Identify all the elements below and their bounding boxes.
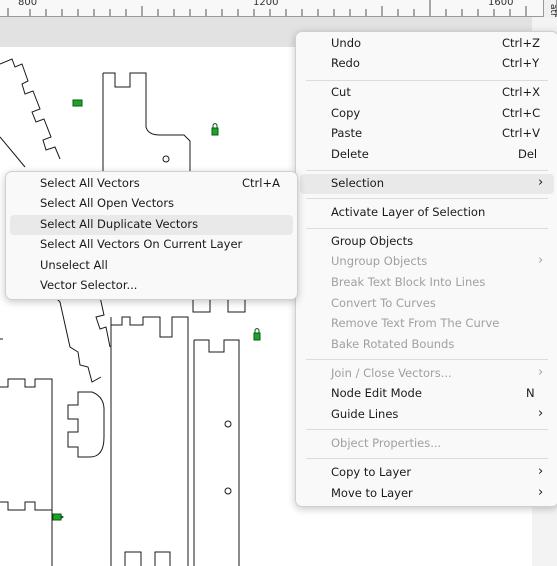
menu-item-label: Guide Lines xyxy=(331,407,399,421)
menu-item-undo[interactable]: Undo Ctrl+Z xyxy=(300,34,554,54)
menu-item-label: Bake Rotated Bounds xyxy=(331,337,455,351)
chevron-right-icon: › xyxy=(538,253,544,268)
vector-shape xyxy=(54,296,102,383)
lock-icon xyxy=(253,328,261,341)
menu-item-label: Break Text Block Into Lines xyxy=(331,275,486,289)
menu-item-label: Move to Layer xyxy=(331,486,413,500)
chevron-right-icon: › xyxy=(538,175,544,190)
menu-item-convert-to-curves[interactable]: Convert To Curves xyxy=(300,294,554,314)
menu-item-shortcut: Ctrl+Z xyxy=(502,36,540,50)
menu-item-guide-lines[interactable]: Guide Lines › xyxy=(300,405,554,425)
vector-shape xyxy=(111,316,189,566)
menu-item-shortcut: Del xyxy=(518,147,538,161)
vector-shape xyxy=(0,136,26,168)
vector-shape xyxy=(103,72,191,172)
menu-item-label: Select All Vectors xyxy=(40,176,140,190)
menu-item-delete[interactable]: Delete Del xyxy=(300,145,554,165)
menu-item-label: Paste xyxy=(331,126,363,140)
menu-item-selection[interactable]: Selection › xyxy=(300,174,554,194)
vector-shape xyxy=(224,420,232,428)
submenu-item-vector-selector[interactable]: Vector Selector... xyxy=(10,276,293,296)
lock-icon xyxy=(211,123,219,136)
menu-item-join-close-vectors[interactable]: Join / Close Vectors... › xyxy=(300,364,554,384)
menu-separator xyxy=(306,458,548,459)
selection-submenu: Select All Vectors Ctrl+A Select All Open… xyxy=(5,171,298,300)
menu-separator xyxy=(306,359,548,360)
menu-item-label: Object Properties... xyxy=(331,436,442,450)
menu-separator xyxy=(306,80,548,81)
submenu-item-select-all-duplicate-vectors[interactable]: Select All Duplicate Vectors xyxy=(10,215,293,235)
submenu-item-select-all-vectors[interactable]: Select All Vectors Ctrl+A xyxy=(10,174,293,194)
menu-item-shortcut: N xyxy=(526,386,535,400)
menu-item-label: Selection xyxy=(331,176,384,190)
vector-shape xyxy=(124,551,142,566)
menu-separator xyxy=(306,429,548,430)
vector-shape xyxy=(194,339,240,566)
menu-item-label: Copy to Layer xyxy=(331,465,412,479)
menu-item-label: Ungroup Objects xyxy=(331,254,428,268)
menu-separator xyxy=(306,170,548,171)
menu-item-paste[interactable]: Paste Ctrl+V xyxy=(300,124,554,144)
menu-item-move-to-layer[interactable]: Move to Layer › xyxy=(300,484,554,504)
vector-shape xyxy=(0,58,61,160)
menu-item-shortcut: Ctrl+A xyxy=(242,176,280,190)
vector-shape xyxy=(0,501,52,511)
menu-item-label: Remove Text From The Curve xyxy=(331,316,500,330)
menu-item-shortcut: Ctrl+X xyxy=(502,85,540,99)
menu-separator xyxy=(306,198,548,199)
menu-item-label: Join / Close Vectors... xyxy=(331,366,452,380)
menu-item-bake-rotated-bounds[interactable]: Bake Rotated Bounds xyxy=(300,335,554,355)
menu-item-shortcut: Ctrl+Y xyxy=(502,56,540,70)
vector-shape xyxy=(75,296,111,348)
menu-item-label: Undo xyxy=(331,36,362,50)
ruler-label: 1600 xyxy=(488,0,514,8)
menu-item-remove-text-from-curve[interactable]: Remove Text From The Curve xyxy=(300,314,554,334)
menu-item-label: Select All Duplicate Vectors xyxy=(40,217,199,231)
menu-item-copy[interactable]: Copy Ctrl+C xyxy=(300,104,554,124)
menu-item-label: Group Objects xyxy=(331,234,414,248)
menu-item-label: Copy xyxy=(331,106,361,120)
lock-icon xyxy=(52,513,64,521)
lock-icon xyxy=(72,99,83,107)
menu-item-node-edit-mode[interactable]: Node Edit Mode N xyxy=(300,384,554,404)
menu-item-label: Redo xyxy=(331,56,360,70)
submenu-item-unselect-all[interactable]: Unselect All xyxy=(10,256,293,276)
menu-item-ungroup-objects[interactable]: Ungroup Objects › xyxy=(300,252,554,272)
menu-item-object-properties[interactable]: Object Properties... xyxy=(300,434,554,454)
ruler-label: 800 xyxy=(18,0,38,8)
menu-item-label: Convert To Curves xyxy=(331,296,436,310)
menu-item-label: Delete xyxy=(331,147,369,161)
menu-item-break-text[interactable]: Break Text Block Into Lines xyxy=(300,273,554,293)
menu-item-redo[interactable]: Redo Ctrl+Y xyxy=(300,54,554,74)
vector-shape xyxy=(162,155,170,163)
chevron-right-icon: › xyxy=(538,464,544,479)
vector-shape xyxy=(224,487,232,495)
submenu-item-select-vectors-current-layer[interactable]: Select All Vectors On Current Layer xyxy=(10,235,293,255)
menu-item-shortcut: Ctrl+C xyxy=(502,106,541,120)
menu-item-label: Activate Layer of Selection xyxy=(331,205,486,219)
menu-item-label: Select All Vectors On Current Layer xyxy=(40,237,243,251)
menu-item-cut[interactable]: Cut Ctrl+X xyxy=(300,83,554,103)
menu-item-label: Select All Open Vectors xyxy=(40,196,175,210)
context-menu: Undo Ctrl+Z Redo Ctrl+Y Cut Ctrl+X Copy Ctrl… xyxy=(295,31,557,507)
menu-item-group-objects[interactable]: Group Objects xyxy=(300,232,554,252)
horizontal-ruler: 800 1200 1600 xyxy=(0,0,545,17)
menu-item-copy-to-layer[interactable]: Copy to Layer › xyxy=(300,463,554,483)
menu-item-label: Cut xyxy=(331,85,351,99)
ruler-label: 1200 xyxy=(253,0,279,8)
chevron-right-icon: › xyxy=(538,485,544,500)
menu-separator xyxy=(306,228,548,229)
menu-item-label: Unselect All xyxy=(40,258,108,272)
vector-shape xyxy=(67,391,105,458)
chevron-right-icon: › xyxy=(538,406,544,421)
menu-item-label: Vector Selector... xyxy=(40,278,138,292)
menu-item-shortcut: Ctrl+V xyxy=(502,126,540,140)
submenu-item-select-all-open-vectors[interactable]: Select All Open Vectors xyxy=(10,194,293,214)
menu-item-activate-layer[interactable]: Activate Layer of Selection xyxy=(300,203,554,223)
vector-shape xyxy=(154,551,171,566)
chevron-right-icon: › xyxy=(538,365,544,380)
vector-shape xyxy=(0,378,53,566)
menu-item-label: Node Edit Mode xyxy=(331,386,422,400)
